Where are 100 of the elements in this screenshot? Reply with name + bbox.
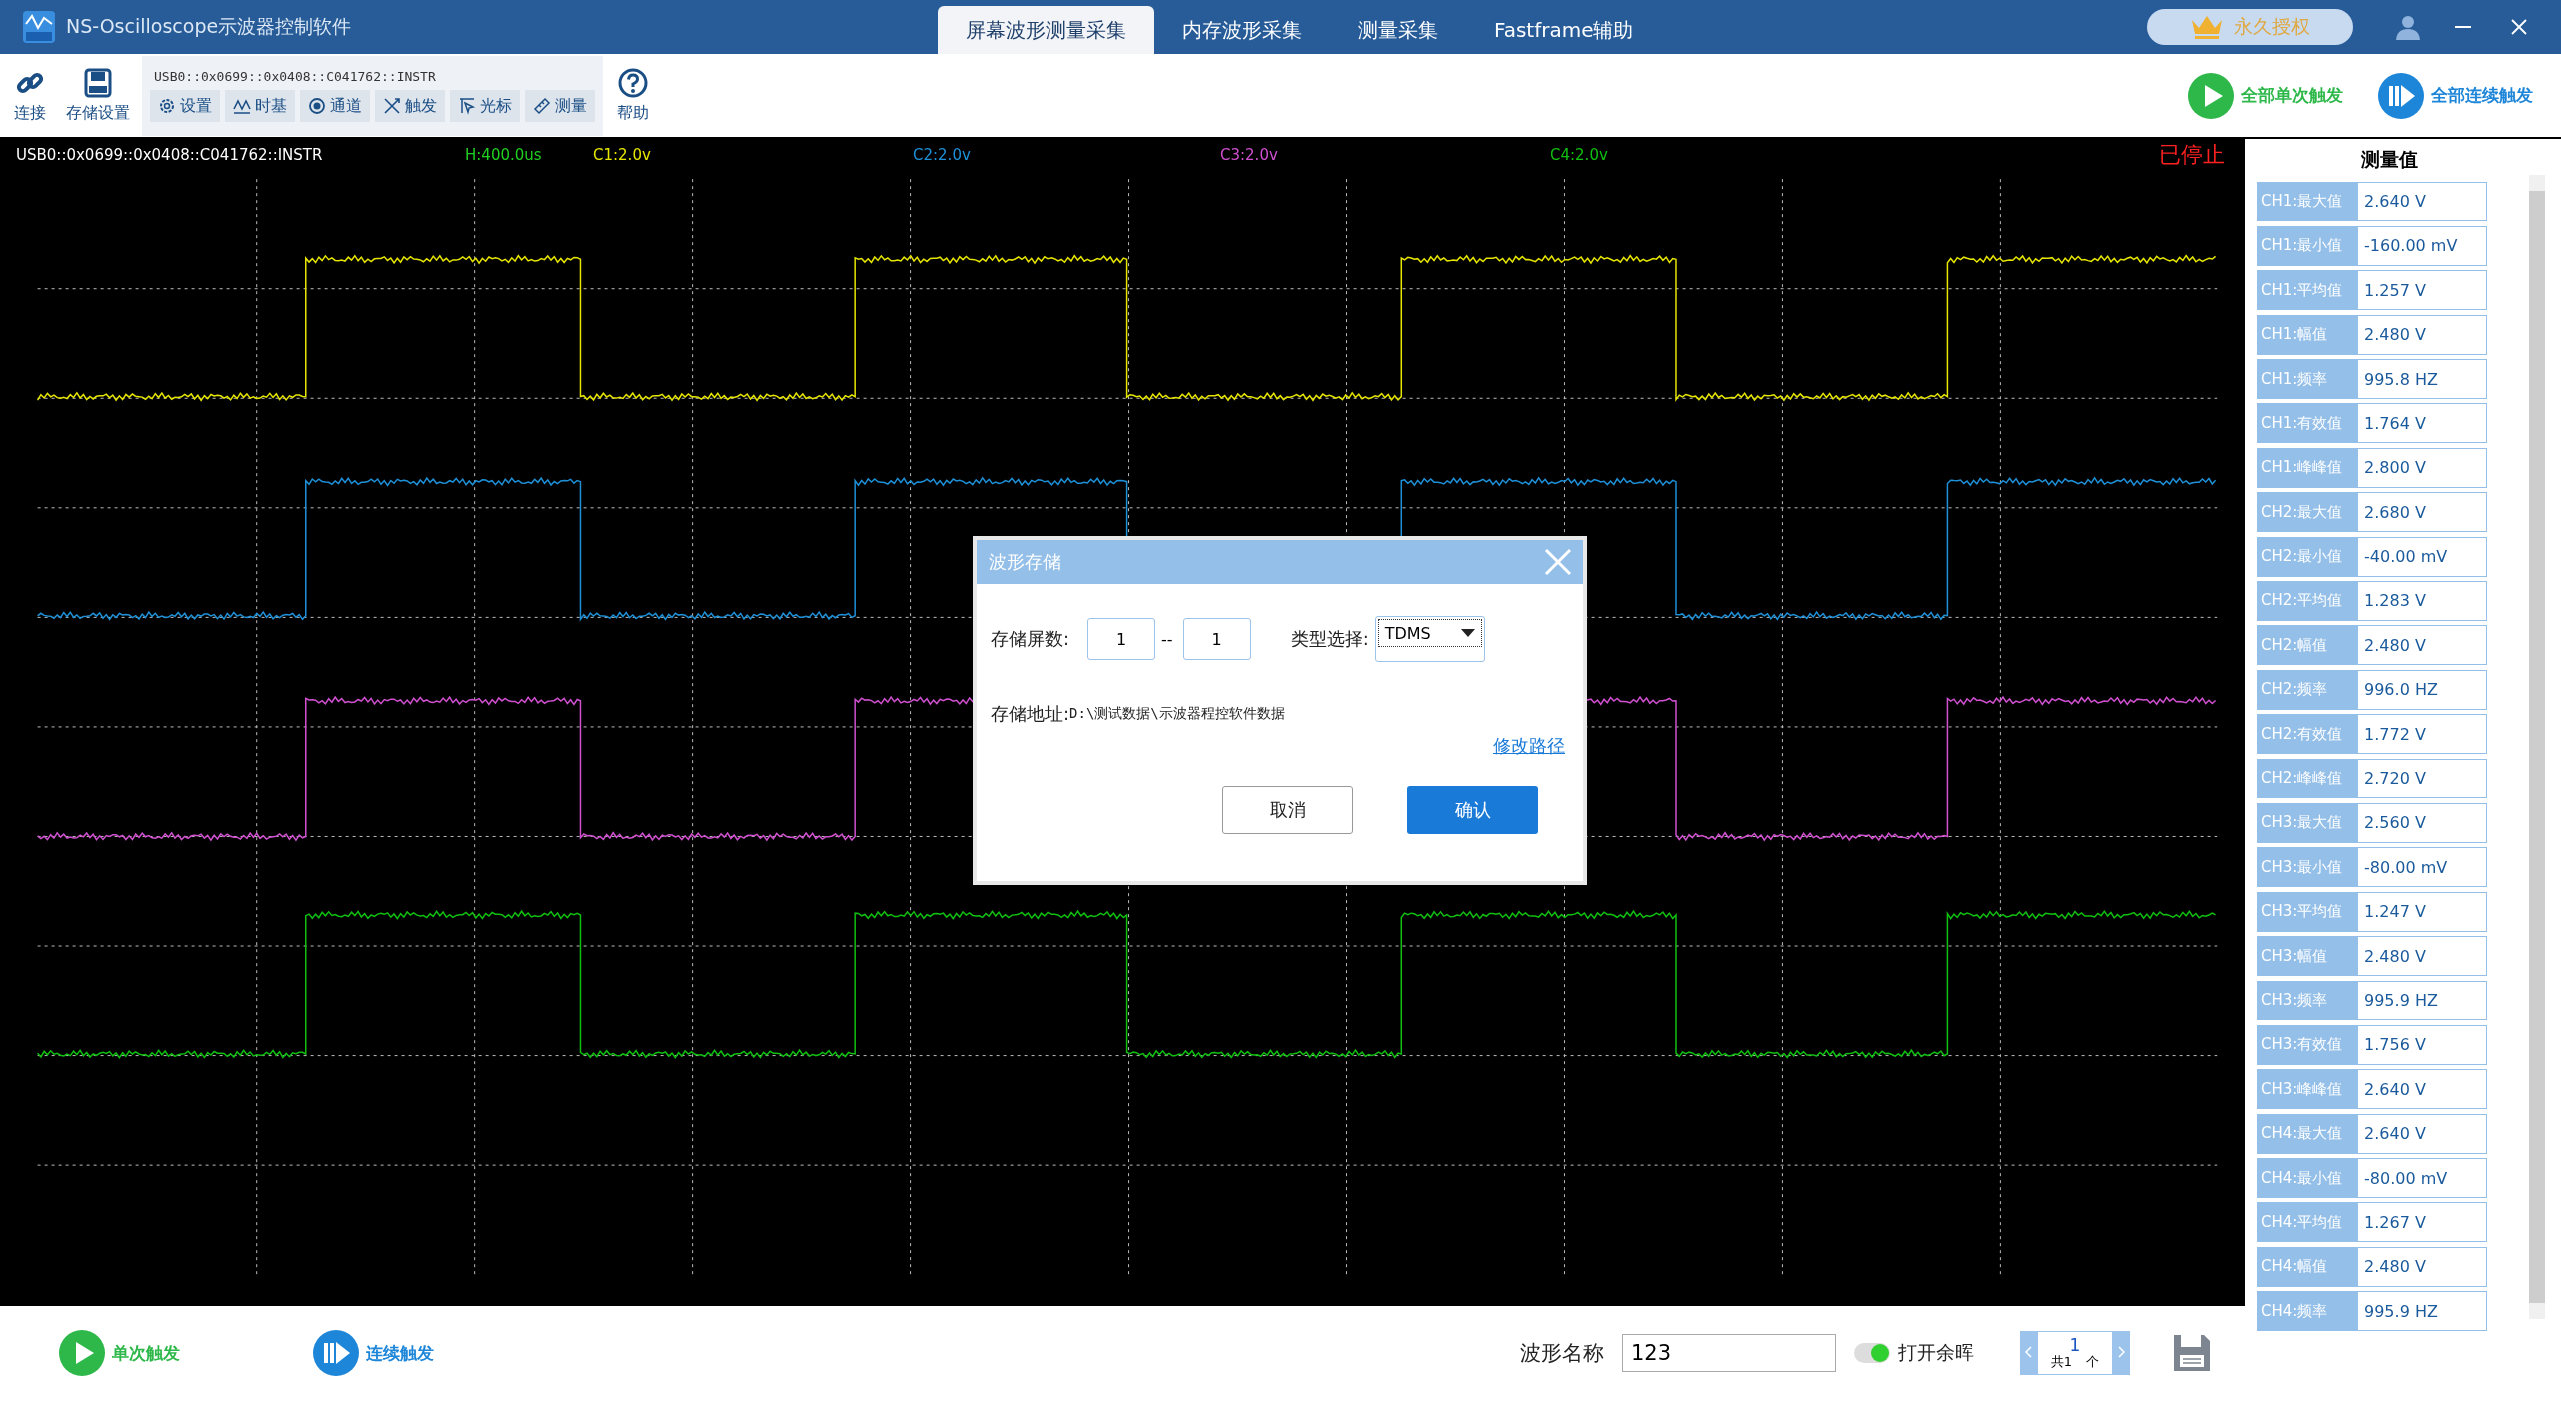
next-page-button[interactable] (2112, 1331, 2130, 1376)
type-dropdown[interactable]: TDMS (1374, 616, 1485, 662)
tab[interactable]: 屏幕波形测量采集 (938, 6, 1154, 54)
continuous-play-icon (312, 1329, 360, 1378)
play-icon (2187, 71, 2235, 120)
tab[interactable]: 内存波形采集 (1154, 6, 1330, 54)
measurement-value: 2.800 V (2357, 447, 2487, 488)
toolbar-button[interactable]: 光标 (450, 90, 520, 122)
input-field[interactable]: 1 (1182, 618, 1251, 660)
window-title: NS-Oscilloscope示波器控制软件 (66, 14, 353, 39)
license-label: 永久授权 (2234, 14, 2310, 39)
page-number: 1 (2069, 1336, 2081, 1355)
measurement-label: CH1:频率 (2257, 359, 2357, 399)
toggle-label: 打开余晖 (1898, 1340, 1974, 1366)
continuous-play-icon (2377, 71, 2425, 120)
tab[interactable]: Fastframe辅助 (1466, 6, 1662, 54)
measurement-value: 2.480 V (2357, 1246, 2487, 1287)
field-label: 波形名称 (1520, 1340, 1604, 1368)
cancel-button[interactable]: 取消 (1222, 786, 1353, 834)
measurement-label: CH1:最小值 (2257, 225, 2357, 266)
measurement-value: 2.640 V (2357, 1113, 2487, 1154)
measurement-label: CH2:平均值 (2257, 581, 2357, 621)
help-button[interactable]: 帮助 (611, 67, 655, 124)
measurement-label: CH3:最大值 (2257, 802, 2357, 843)
toolbar-button[interactable]: 连接 (8, 67, 52, 124)
tab[interactable]: 测量采集 (1330, 6, 1466, 54)
measurement-label: CH2:最小值 (2257, 536, 2357, 577)
close-button[interactable] (1543, 547, 1573, 577)
measurement-label: CH4:平均值 (2257, 1202, 2357, 1243)
panel-title: 测量值 (2359, 147, 2419, 172)
minimize-icon (2455, 26, 2471, 28)
measurement-label: CH3:频率 (2257, 980, 2357, 1021)
waveform-name-field[interactable]: 123 (1622, 1334, 1836, 1373)
toolbar-button[interactable]: 时基 (225, 90, 295, 122)
trigger-button[interactable]: 全部连续触发 (2371, 70, 2539, 121)
range-separator: -- (1161, 629, 1173, 649)
measurement-value: 1.772 V (2357, 714, 2487, 755)
measurement-label: CH1:峰峰值 (2257, 447, 2357, 488)
measurement-value: 2.720 V (2357, 758, 2487, 799)
channel-scale-label: C3:2.0v (1220, 146, 1279, 164)
measurement-label: CH3:有效值 (2257, 1024, 2357, 1065)
trigger-button[interactable]: 连续触发 (306, 1328, 440, 1379)
help-icon (617, 67, 649, 99)
page-unit: 个 (2086, 1354, 2100, 1371)
toolbar-button[interactable]: 触发 (375, 90, 445, 122)
change-path-link[interactable]: 修改路径 (1493, 734, 1565, 758)
channel-scale-label: C1:2.0v (593, 146, 652, 164)
measurement-value: 1.283 V (2357, 581, 2487, 621)
measurement-label: CH1:幅值 (2257, 314, 2357, 355)
measurement-value: -80.00 mV (2357, 847, 2487, 888)
measurement-label: CH1:平均值 (2257, 270, 2357, 311)
timebase-label: H:400.0us (465, 146, 543, 164)
chevron-left-icon (2024, 1344, 2034, 1359)
waveform-icon (233, 97, 251, 115)
afterglow-toggle[interactable] (1854, 1343, 1890, 1364)
device-address: USB0::0x0699::0x0408::C041762::INSTR (16, 146, 324, 164)
measurement-label: CH2:幅值 (2257, 625, 2357, 666)
confirm-button[interactable]: 确认 (1407, 786, 1538, 834)
measurement-value: 996.0 HZ (2357, 669, 2487, 710)
measurement-value: 2.480 V (2357, 936, 2487, 977)
save-path: D:\测试数据\示波器程控软件数据 (1069, 705, 1285, 723)
measurement-value: 1.764 V (2357, 403, 2487, 444)
device-address: USB0::0x0699::0x0408::C041762::INSTR (153, 69, 437, 84)
measurement-value: 2.640 V (2357, 1069, 2487, 1110)
toolbar-button[interactable]: 设置 (150, 90, 220, 122)
measurement-label: CH3:峰峰值 (2257, 1069, 2357, 1110)
channel-scale-label: C4:2.0v (1550, 146, 1609, 164)
play-icon (58, 1329, 106, 1378)
chevron-right-icon (2116, 1344, 2126, 1359)
input-field[interactable]: 1 (1087, 618, 1156, 660)
measurement-label: CH4:最大值 (2257, 1113, 2357, 1154)
measurement-label: CH3:平均值 (2257, 891, 2357, 932)
crown-icon (2190, 14, 2224, 40)
measurement-label: CH2:峰峰值 (2257, 758, 2357, 799)
channel-scale-label: C2:2.0v (913, 146, 972, 164)
previous-page-button[interactable] (2020, 1331, 2038, 1376)
dialog-title: 波形存储 (989, 550, 1061, 574)
measurement-value: 995.8 HZ (2357, 359, 2487, 399)
measurement-value: -80.00 mV (2357, 1158, 2487, 1198)
user-icon (2393, 13, 2421, 41)
status-label: 已停止 (2159, 141, 2226, 169)
target-icon (308, 97, 326, 115)
dropdown-arrow-icon (1460, 629, 1475, 637)
measurement-label: CH2:有效值 (2257, 714, 2357, 755)
measurement-label: CH4:频率 (2257, 1291, 2357, 1332)
measurement-value: 995.9 HZ (2357, 980, 2487, 1021)
measurement-value: 1.257 V (2357, 270, 2487, 311)
toolbar-button[interactable]: 通道 (300, 90, 370, 122)
toolbar-button[interactable]: 测量 (525, 90, 595, 122)
page-total: 共1 (2050, 1354, 2073, 1371)
crossed-arrows-icon (383, 97, 401, 115)
cursor-icon (458, 97, 476, 115)
field-label: 类型选择: (1290, 627, 1369, 651)
measurement-value: 995.9 HZ (2357, 1291, 2487, 1332)
measurement-label: CH3:幅值 (2257, 936, 2357, 977)
scrollbar[interactable] (2529, 175, 2545, 1319)
field-label: 存储地址: (991, 702, 1070, 726)
toolbar-button[interactable]: 存储设置 (60, 67, 136, 124)
gear-icon (158, 97, 176, 115)
measurement-value: 1.756 V (2357, 1024, 2487, 1065)
